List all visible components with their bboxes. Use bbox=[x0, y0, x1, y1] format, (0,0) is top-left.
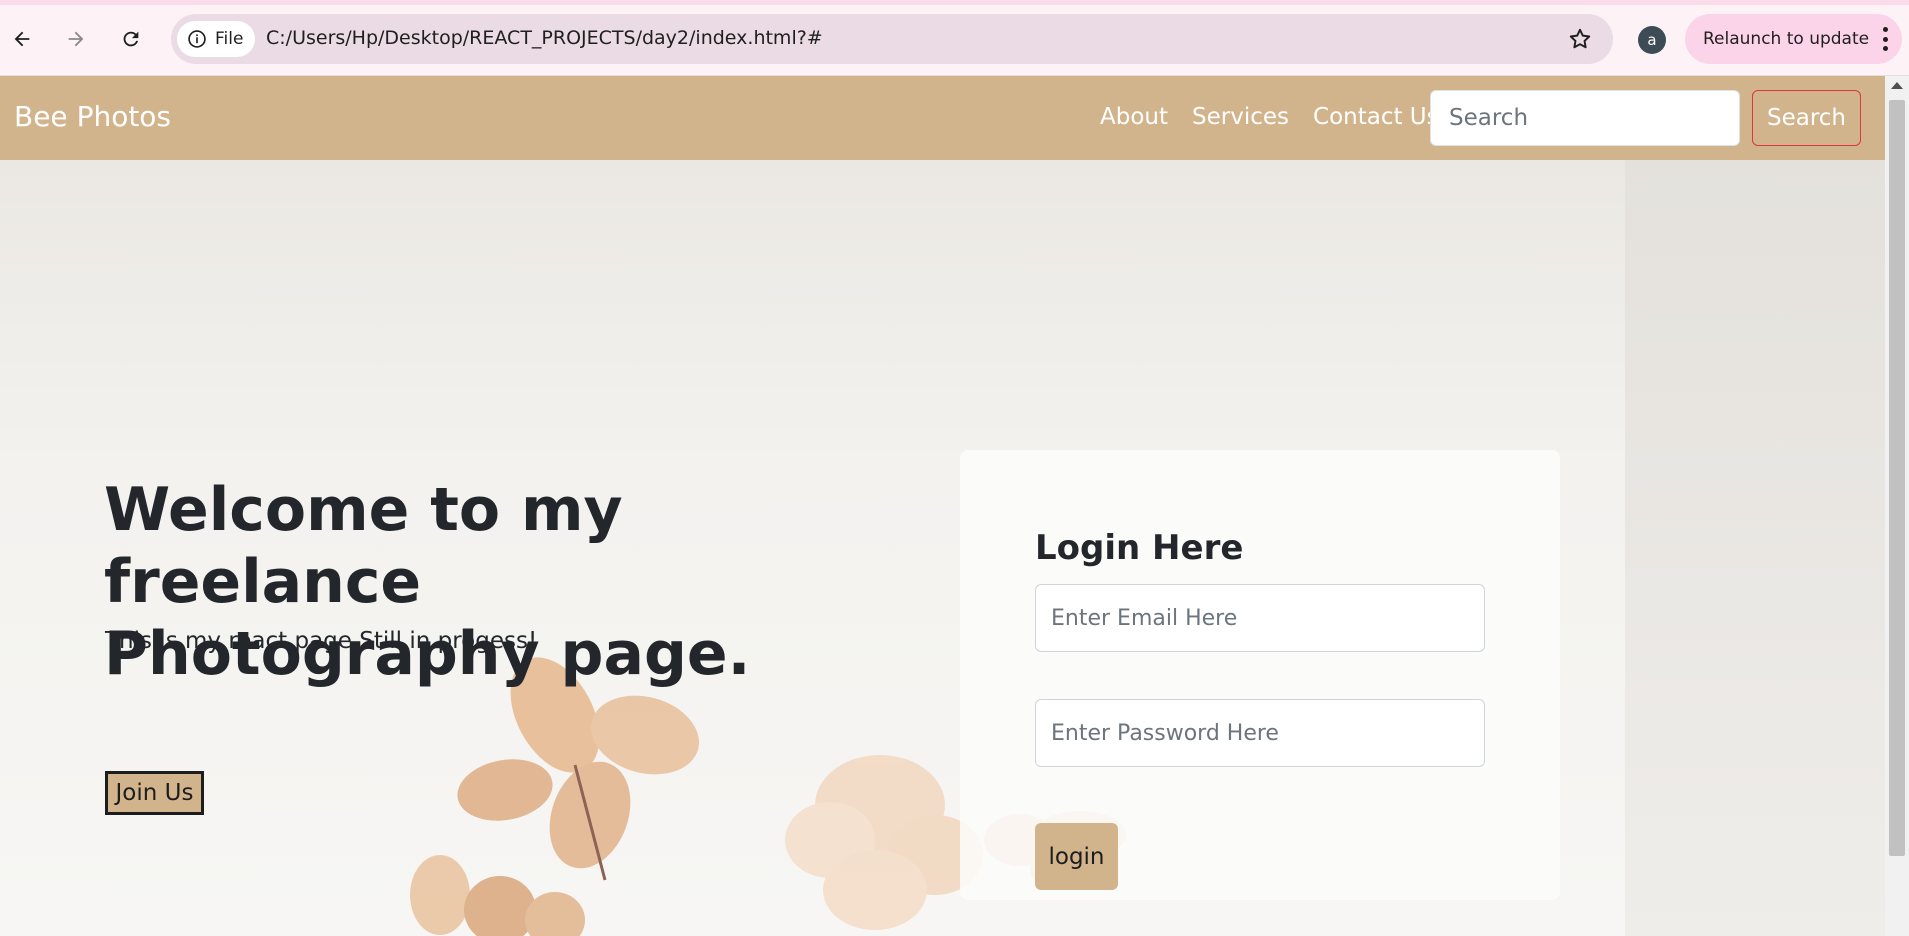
site-info-chip[interactable]: File bbox=[177, 21, 256, 57]
email-field[interactable] bbox=[1035, 584, 1485, 652]
info-icon bbox=[188, 30, 206, 48]
search-button[interactable]: Search bbox=[1752, 90, 1861, 146]
password-field[interactable] bbox=[1035, 699, 1485, 767]
profile-avatar[interactable]: a bbox=[1638, 26, 1666, 54]
hero-title: Welcome to my freelance Photography page… bbox=[104, 475, 751, 689]
hero-background-band bbox=[1625, 160, 1885, 936]
hero-section: Welcome to my freelance Photography page… bbox=[0, 160, 1885, 936]
nav-link-about[interactable]: About bbox=[1100, 104, 1168, 130]
site-chip-label: File bbox=[215, 29, 244, 49]
page-scrollbar[interactable] bbox=[1885, 76, 1909, 936]
nav-links: About Services Contact Us bbox=[1100, 104, 1439, 130]
url-text[interactable]: C:/Users/Hp/Desktop/REACT_PROJECTS/day2/… bbox=[266, 27, 823, 49]
brand-logo[interactable]: Bee Photos bbox=[14, 100, 171, 133]
back-button[interactable] bbox=[5, 22, 39, 56]
login-title: Login Here bbox=[1035, 528, 1244, 568]
back-icon bbox=[14, 31, 30, 47]
reload-icon bbox=[123, 31, 139, 47]
relaunch-label: Relaunch to update bbox=[1703, 29, 1870, 49]
join-us-button[interactable]: Join Us bbox=[105, 771, 204, 815]
tab-strip bbox=[0, 0, 1909, 5]
browser-toolbar: File C:/Users/Hp/Desktop/REACT_PROJECTS/… bbox=[0, 0, 1909, 76]
login-button[interactable]: login bbox=[1035, 823, 1118, 890]
login-card: Login Here login bbox=[960, 450, 1560, 900]
hero-subtitle: This is my react page.Still in progess! bbox=[105, 628, 538, 654]
relaunch-button[interactable]: Relaunch to update bbox=[1685, 14, 1902, 64]
star-icon[interactable] bbox=[1567, 26, 1593, 52]
reload-button[interactable] bbox=[114, 22, 148, 56]
nav-link-services[interactable]: Services bbox=[1192, 104, 1289, 130]
search-input[interactable] bbox=[1430, 90, 1740, 146]
page-viewport: Bee Photos About Services Contact Us Sea… bbox=[0, 76, 1909, 936]
forward-icon bbox=[68, 31, 84, 47]
scroll-up-icon[interactable] bbox=[1891, 82, 1903, 89]
navbar: Bee Photos About Services Contact Us Sea… bbox=[0, 76, 1885, 160]
more-vert-icon[interactable] bbox=[1882, 27, 1888, 51]
scrollbar-thumb[interactable] bbox=[1889, 100, 1905, 856]
nav-link-contact[interactable]: Contact Us bbox=[1313, 104, 1439, 130]
address-bar[interactable]: File C:/Users/Hp/Desktop/REACT_PROJECTS/… bbox=[171, 14, 1613, 64]
forward-button[interactable] bbox=[59, 22, 93, 56]
